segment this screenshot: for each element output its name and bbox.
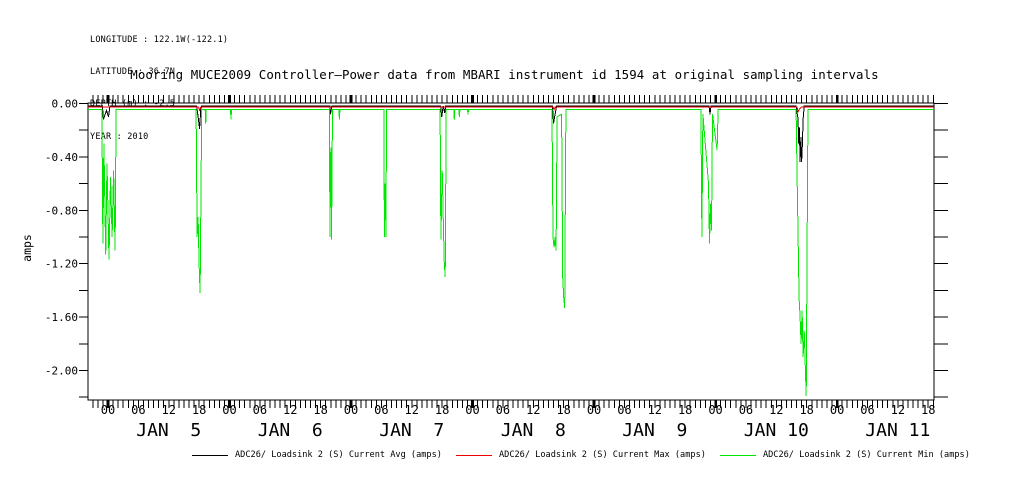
legend-label-avg: ADC26/ Loadsink 2 (S) Current Avg (amps): [235, 450, 442, 460]
hour-label: 18: [799, 403, 813, 417]
legend-line-min: [720, 455, 756, 456]
y-tick-label: -1.20: [45, 258, 78, 271]
hour-label: 06: [496, 403, 510, 417]
legend: ADC26/ Loadsink 2 (S) Current Avg (amps)…: [192, 448, 970, 462]
hour-label: 18: [921, 403, 935, 417]
date-label: JAN 11: [865, 420, 930, 441]
hour-label: 00: [465, 403, 479, 417]
series-line-min: [88, 110, 934, 396]
series-line-avg: [88, 106, 934, 162]
hour-label: 06: [374, 403, 388, 417]
hour-label: 18: [192, 403, 206, 417]
hour-label: 06: [253, 403, 267, 417]
y-tick-label: -0.40: [45, 151, 78, 164]
hour-label: 00: [587, 403, 601, 417]
legend-line-max: [456, 455, 492, 456]
legend-label-min: ADC26/ Loadsink 2 (S) Current Min (amps): [763, 450, 970, 460]
legend-label-max: ADC26/ Loadsink 2 (S) Current Max (amps): [499, 450, 706, 460]
hour-label: 12: [891, 403, 905, 417]
hour-label: 06: [739, 403, 753, 417]
hour-label: 00: [101, 403, 115, 417]
hour-label: 12: [526, 403, 540, 417]
hour-label: 18: [678, 403, 692, 417]
hour-label: 00: [708, 403, 722, 417]
hour-label: 12: [648, 403, 662, 417]
date-label: JAN 9: [622, 420, 687, 441]
date-label: JAN 5: [136, 420, 201, 441]
hour-label: 12: [769, 403, 783, 417]
hour-label: 00: [830, 403, 844, 417]
hour-label: 06: [860, 403, 874, 417]
hour-label: 00: [222, 403, 236, 417]
chart-plot-area: 00 06 12 18 00 06 12 18 00 06 12 18 00 06 12 18 00 06 12 18…: [0, 0, 1009, 504]
hour-label: 06: [617, 403, 631, 417]
date-label: JAN 10: [744, 420, 809, 441]
legend-line-avg: [192, 455, 228, 456]
date-label: JAN 7: [379, 420, 444, 441]
hour-label: 18: [556, 403, 570, 417]
y-tick-label: -2.00: [45, 365, 78, 378]
hour-label: 06: [131, 403, 145, 417]
hour-label: 00: [344, 403, 358, 417]
hour-label: 12: [283, 403, 297, 417]
hour-label: 18: [313, 403, 327, 417]
date-label: JAN 6: [258, 420, 323, 441]
y-tick-label: 0.00: [52, 98, 79, 111]
hour-label: 12: [162, 403, 176, 417]
hour-label: 12: [405, 403, 419, 417]
date-label: JAN 8: [501, 420, 566, 441]
hour-label: 18: [435, 403, 449, 417]
plot-screenshot: LONGITUDE : 122.1W(-122.1) LATITUDE : 36…: [0, 0, 1009, 504]
y-tick-label: -0.80: [45, 204, 78, 217]
y-tick-label: -1.60: [45, 311, 78, 324]
